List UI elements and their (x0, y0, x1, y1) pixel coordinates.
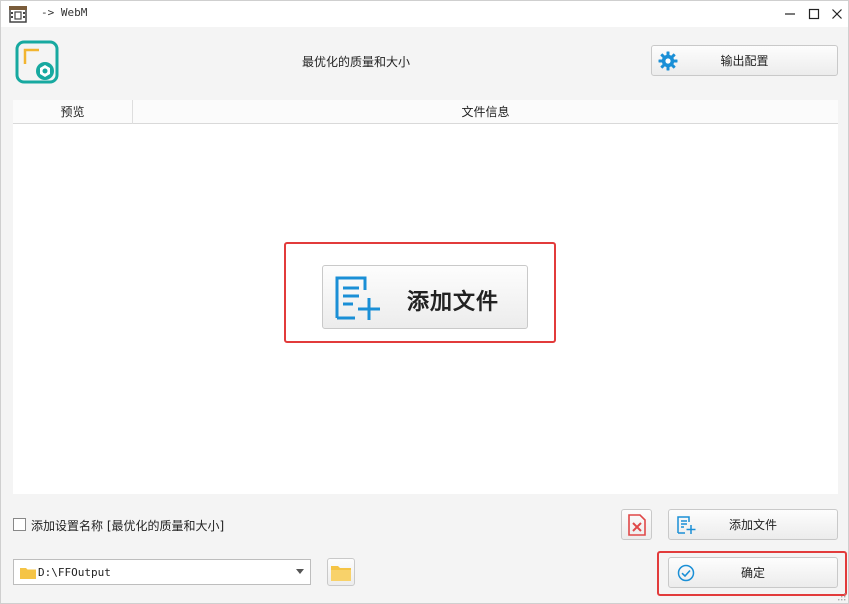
add-file-large-label: 添加文件 (407, 289, 500, 315)
chevron-down-icon (296, 569, 304, 574)
minimize-icon (785, 13, 795, 15)
file-list-header: 预览 文件信息 (13, 100, 838, 124)
clear-list-button[interactable] (621, 509, 652, 540)
preset-name: 最优化的质量和大小 (301, 55, 410, 69)
output-folder-value: D:\FFOutput (38, 566, 111, 579)
output-settings-label: 输出配置 (720, 54, 769, 68)
folder-icon (20, 568, 36, 579)
window-title: -> WebM (41, 6, 88, 19)
output-settings-button[interactable]: 输出配置 (651, 45, 838, 76)
add-file-large-button[interactable]: 添加文件 (322, 265, 528, 329)
maximize-icon (808, 8, 820, 20)
minimize-button[interactable] (779, 1, 801, 27)
add-preset-name-checkbox[interactable] (13, 518, 26, 531)
add-file-button[interactable]: 添加文件 (668, 509, 838, 540)
ok-label: 确定 (740, 566, 765, 580)
clear-list-icon (627, 513, 646, 536)
webm-format-icon (15, 40, 59, 84)
app-window: -> WebM 最优化的质量和大小 输出配置 预览 文件信息 添加文件 添加设置… (0, 0, 849, 604)
browse-folder-button[interactable] (327, 558, 355, 586)
film-icon (9, 6, 27, 23)
output-folder-select[interactable]: D:\FFOutput (13, 559, 311, 585)
title-bar[interactable]: -> WebM (1, 1, 848, 27)
ok-button[interactable]: 确定 (668, 557, 838, 588)
maximize-button[interactable] (803, 1, 825, 27)
column-header-file-info[interactable]: 文件信息 (133, 100, 838, 124)
close-button[interactable] (826, 1, 848, 27)
add-file-icon (335, 276, 380, 320)
folder-icon (331, 565, 351, 581)
add-file-label: 添加文件 (728, 518, 777, 532)
column-header-preview[interactable]: 预览 (13, 100, 133, 124)
resize-grip-icon[interactable] (836, 591, 846, 601)
close-icon (832, 9, 842, 19)
add-preset-name-label: 添加设置名称 [最优化的质量和大小] (31, 519, 225, 533)
